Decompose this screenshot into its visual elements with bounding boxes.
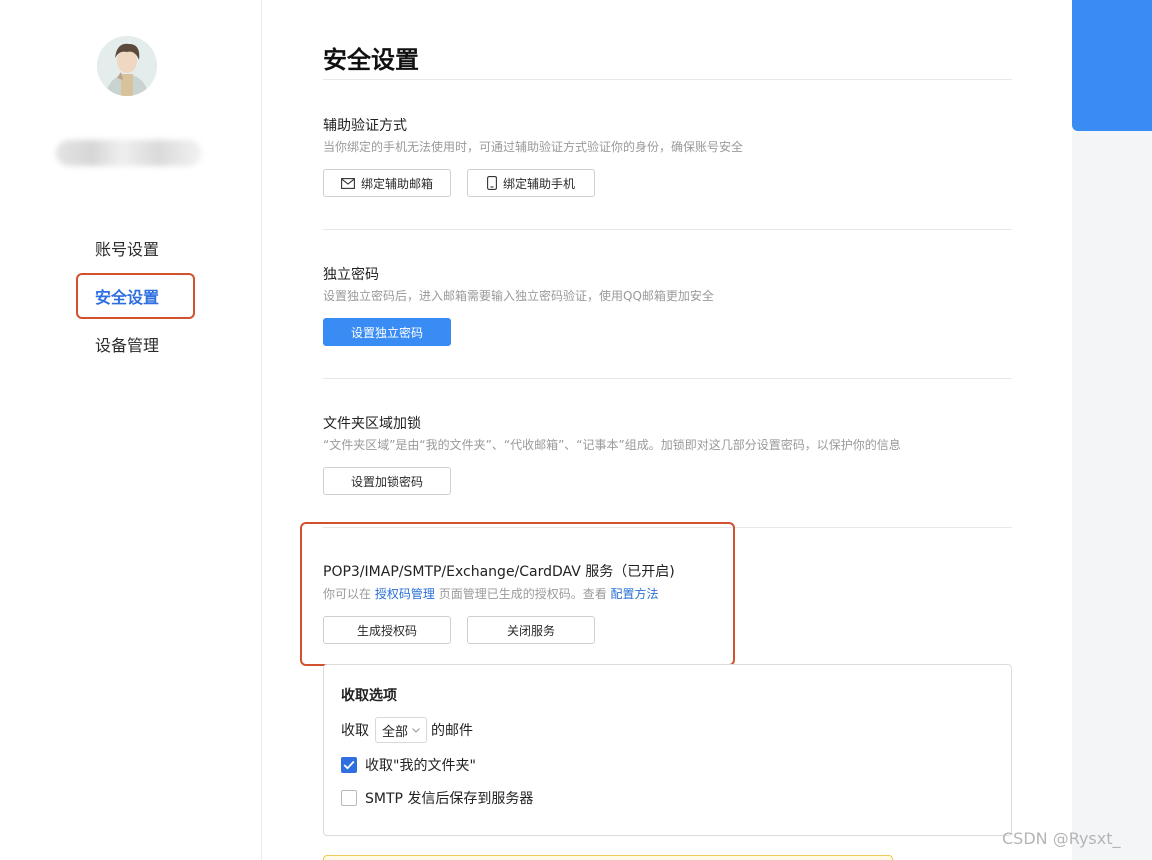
receive-prefix: 收取	[341, 723, 369, 739]
mail-icon	[341, 177, 355, 189]
section-divider	[323, 378, 1012, 379]
receive-options-card: 收取选项 收取 全部 的邮件 收取"我的文件夹" SMTP 发信后保存到服务器	[323, 664, 1012, 836]
avatar[interactable]	[97, 36, 157, 96]
username-blurred	[56, 140, 202, 166]
title-divider	[323, 79, 1012, 80]
independent-pwd-title: 独立密码	[323, 267, 379, 283]
receive-scope-row: 收取 全部 的邮件	[341, 717, 473, 743]
smtp-save-label: SMTP 发信后保存到服务器	[365, 791, 534, 807]
watermark: CSDN @Rysxt_	[1002, 829, 1121, 848]
receive-my-folder-checkbox[interactable]	[341, 757, 357, 773]
phone-icon	[487, 176, 497, 190]
notice-banner	[323, 855, 893, 860]
page-title: 安全设置	[323, 46, 419, 74]
bind-aux-phone-button[interactable]: 绑定辅助手机	[467, 169, 595, 197]
set-lock-pwd-button[interactable]: 设置加锁密码	[323, 467, 451, 495]
set-independent-pwd-button[interactable]: 设置独立密码	[323, 318, 451, 346]
folder-lock-desc: “文件夹区域”是由“我的文件夹”、“代收邮箱”、“记事本”组成。加锁即对这几部分…	[323, 438, 901, 452]
aux-verify-desc: 当你绑定的手机无法使用时，可通过辅助验证方式验证你的身份，确保账号安全	[323, 140, 744, 154]
receive-my-folder-option[interactable]: 收取"我的文件夹"	[341, 755, 476, 775]
sidebar-item-account[interactable]: 账号设置	[95, 236, 159, 260]
smtp-save-checkbox[interactable]	[341, 790, 357, 806]
checkmark-icon	[343, 760, 355, 770]
receive-my-folder-label: 收取"我的文件夹"	[365, 758, 476, 774]
section-divider	[323, 229, 1012, 230]
receive-scope-value: 全部	[382, 724, 409, 740]
smtp-save-option[interactable]: SMTP 发信后保存到服务器	[341, 788, 533, 808]
receive-options-title: 收取选项	[341, 688, 397, 704]
sidebar-item-device[interactable]: 设备管理	[95, 332, 159, 356]
folder-lock-title: 文件夹区域加锁	[323, 416, 421, 432]
chevron-down-icon	[412, 727, 420, 733]
side-blue-panel	[1072, 0, 1152, 131]
pop3-highlight-box	[300, 522, 735, 666]
independent-pwd-desc: 设置独立密码后，进入邮箱需要输入独立密码验证，使用QQ邮箱更加安全	[323, 289, 714, 303]
receive-suffix: 的邮件	[431, 723, 474, 739]
bind-aux-email-label: 绑定辅助邮箱	[360, 176, 433, 191]
bind-aux-phone-label: 绑定辅助手机	[502, 176, 575, 191]
aux-verify-title: 辅助验证方式	[323, 118, 407, 134]
bind-aux-email-button[interactable]: 绑定辅助邮箱	[323, 169, 451, 197]
avatar-illustration	[97, 36, 157, 96]
receive-scope-select[interactable]: 全部	[375, 717, 428, 743]
sidebar-item-security[interactable]: 安全设置	[95, 284, 159, 308]
sidebar: 账号设置 安全设置 设备管理	[0, 0, 262, 860]
